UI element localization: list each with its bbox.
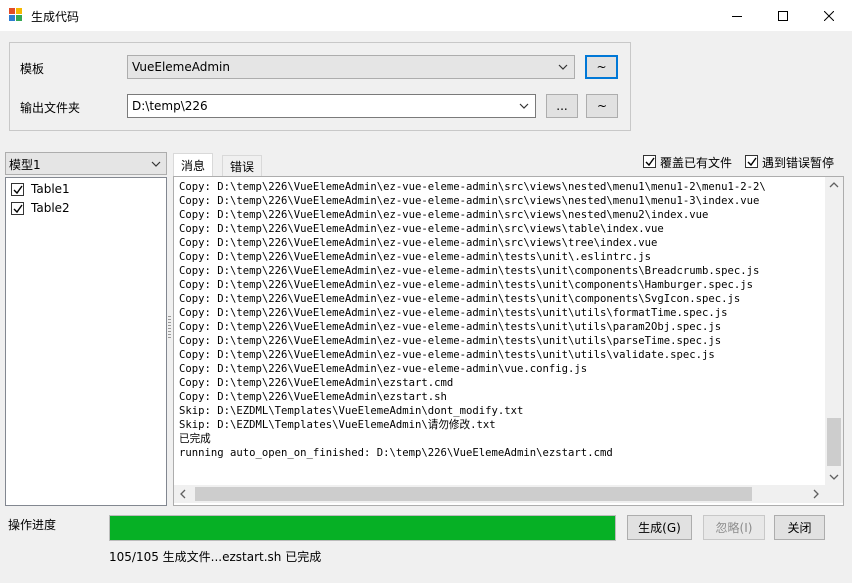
log-line: Skip: D:\EZDML\Templates\VueElemeAdmin\d… <box>179 405 524 417</box>
template-select[interactable]: VueElemeAdmin <box>127 55 575 79</box>
scroll-up-icon <box>829 182 839 188</box>
progress-status: 105/105 生成文件...ezstart.sh 已完成 <box>109 550 322 564</box>
log-line: Copy: D:\temp\226\VueElemeAdmin\ez-vue-e… <box>179 321 722 333</box>
log-line: Copy: D:\temp\226\VueElemeAdmin\ez-vue-e… <box>179 195 760 207</box>
log-line: Copy: D:\temp\226\VueElemeAdmin\ez-vue-e… <box>179 265 760 277</box>
log-line: 已完成 <box>179 433 211 445</box>
template-label: 模板 <box>20 62 45 76</box>
chevron-down-icon <box>519 103 529 109</box>
log-line: Copy: D:\temp\226\VueElemeAdmin\ez-vue-e… <box>179 307 728 319</box>
template-value: VueElemeAdmin <box>132 60 230 74</box>
browse-folder-button[interactable]: ... <box>546 94 578 118</box>
message-log[interactable]: Copy: D:\temp\226\VueElemeAdmin\ez-vue-e… <box>173 176 844 506</box>
horizontal-scrollbar[interactable] <box>174 485 825 503</box>
table2-label: Table2 <box>31 201 70 215</box>
vertical-scroll-thumb[interactable] <box>827 418 841 466</box>
log-line: Copy: D:\temp\226\VueElemeAdmin\ezstart.… <box>179 377 454 389</box>
log-line: Copy: D:\temp\226\VueElemeAdmin\ez-vue-e… <box>179 293 741 305</box>
pause-on-error-option[interactable]: 遇到错误暂停 <box>745 154 845 170</box>
progress-label: 操作进度 <box>8 518 57 532</box>
chevron-down-icon <box>558 64 568 70</box>
log-line: Copy: D:\temp\226\VueElemeAdmin\ez-vue-e… <box>179 181 766 193</box>
log-line: Copy: D:\temp\226\VueElemeAdmin\ez-vue-e… <box>179 209 709 221</box>
progress-bar <box>109 515 616 541</box>
list-item[interactable]: Table2 <box>10 200 160 218</box>
log-line: Copy: D:\temp\226\VueElemeAdmin\ez-vue-e… <box>179 279 754 291</box>
overwrite-label: 覆盖已有文件 <box>660 156 733 170</box>
app-grid-icon <box>9 8 23 22</box>
table1-checkbox[interactable] <box>11 183 24 196</box>
output-folder-value: D:\temp\226 <box>132 99 208 113</box>
log-line: Copy: D:\temp\226\VueElemeAdmin\ez-vue-e… <box>179 363 588 375</box>
log-line: Skip: D:\EZDML\Templates\VueElemeAdmin\请… <box>179 419 496 431</box>
log-line: Copy: D:\temp\226\VueElemeAdmin\ezstart.… <box>179 391 447 403</box>
list-item[interactable]: Table1 <box>10 181 160 199</box>
log-line: Copy: D:\temp\226\VueElemeAdmin\ez-vue-e… <box>179 251 651 263</box>
table2-checkbox[interactable] <box>11 202 24 215</box>
template-options-button[interactable]: ~ <box>585 55 618 79</box>
chevron-down-icon <box>151 161 161 167</box>
maximize-icon <box>778 10 788 21</box>
ignore-button[interactable]: 忽略(I) <box>703 515 765 540</box>
table-list: Table1 Table2 <box>5 177 167 506</box>
minimize-icon <box>732 15 742 17</box>
tab-errors[interactable]: 错误 <box>222 155 263 177</box>
tab-messages[interactable]: 消息 <box>173 153 214 177</box>
close-window-button[interactable] <box>806 0 852 31</box>
title-bar: 生成代码 <box>0 0 852 31</box>
model-value: 模型1 <box>9 158 41 172</box>
overwrite-checkbox[interactable] <box>643 155 656 168</box>
table1-label: Table1 <box>31 182 70 196</box>
log-line: Copy: D:\temp\226\VueElemeAdmin\ez-vue-e… <box>179 237 658 249</box>
log-line: Copy: D:\temp\226\VueElemeAdmin\ez-vue-e… <box>179 335 722 347</box>
output-folder-label: 输出文件夹 <box>20 101 81 115</box>
scroll-right-icon <box>813 489 819 499</box>
progress-fill <box>110 516 615 540</box>
overwrite-option[interactable]: 覆盖已有文件 <box>643 154 733 170</box>
generate-button[interactable]: 生成(G) <box>627 515 692 540</box>
log-line: Copy: D:\temp\226\VueElemeAdmin\ez-vue-e… <box>179 223 664 235</box>
output-folder-input[interactable]: D:\temp\226 <box>127 94 536 118</box>
vertical-scrollbar[interactable] <box>825 177 843 485</box>
log-line: Copy: D:\temp\226\VueElemeAdmin\ez-vue-e… <box>179 349 715 361</box>
scroll-down-icon <box>829 474 839 480</box>
checkmark-icon <box>13 204 23 214</box>
close-button[interactable]: 关闭 <box>774 515 825 540</box>
window-title: 生成代码 <box>31 10 80 24</box>
scroll-corner <box>825 485 843 503</box>
output-options-button[interactable]: ~ <box>586 94 618 118</box>
pause-on-error-checkbox[interactable] <box>745 155 758 168</box>
log-line: running auto_open_on_finished: D:\temp\2… <box>179 447 613 459</box>
checkmark-icon <box>13 185 23 195</box>
pause-on-error-label: 遇到错误暂停 <box>762 156 835 170</box>
minimize-button[interactable] <box>714 0 760 31</box>
splitter-handle[interactable] <box>168 316 171 338</box>
checkmark-icon <box>747 157 757 167</box>
horizontal-scroll-thumb[interactable] <box>195 487 752 501</box>
close-icon <box>824 10 834 21</box>
model-select[interactable]: 模型1 <box>5 152 167 175</box>
checkmark-icon <box>645 157 655 167</box>
log-text: Copy: D:\temp\226\VueElemeAdmin\ez-vue-e… <box>179 180 819 485</box>
maximize-button[interactable] <box>760 0 806 31</box>
scroll-left-icon <box>180 489 186 499</box>
